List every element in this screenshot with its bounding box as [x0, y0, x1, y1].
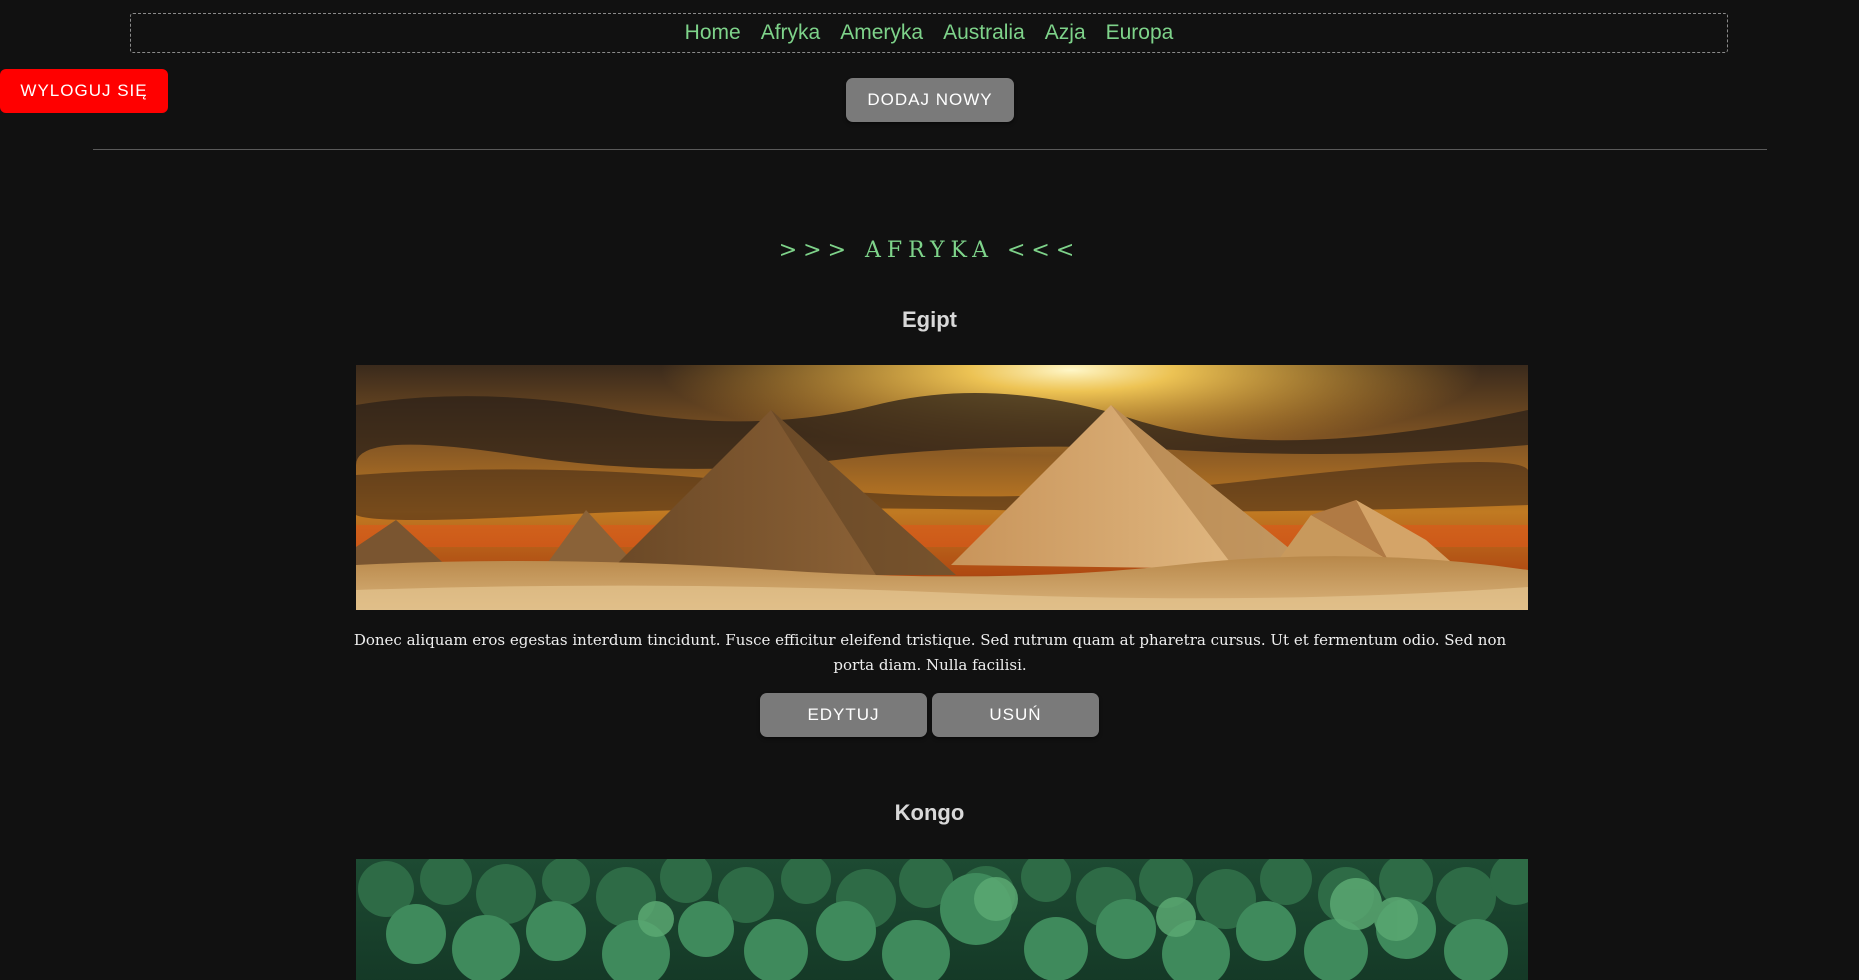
egipt-description: Donec aliquam eros egestas interdum tinc… — [353, 631, 1507, 674]
kongo-image — [356, 859, 1528, 980]
nav-link-australia[interactable]: Australia — [943, 21, 1025, 45]
page: Home Afryka Ameryka Australia Azja Europ… — [0, 0, 1859, 980]
section-title: >>> AFRYKA <<< — [778, 238, 1081, 263]
nav-link-europa[interactable]: Europa — [1106, 21, 1174, 45]
country-title-egipt: Egipt — [902, 307, 957, 332]
logout-button[interactable]: WYLOGUJ SIĘ — [0, 69, 168, 113]
nav-link-azja[interactable]: Azja — [1045, 21, 1086, 45]
main-nav: Home Afryka Ameryka Australia Azja Europ… — [130, 13, 1728, 53]
add-new-button[interactable]: DODAJ NOWY — [846, 78, 1014, 122]
edit-button[interactable]: EDYTUJ — [760, 693, 927, 737]
egipt-image — [356, 365, 1528, 610]
nav-link-home[interactable]: Home — [685, 21, 741, 45]
nav-link-afryka[interactable]: Afryka — [761, 21, 821, 45]
divider — [93, 149, 1767, 150]
country-title-kongo: Kongo — [894, 800, 965, 825]
nav-link-ameryka[interactable]: Ameryka — [840, 21, 923, 45]
delete-button[interactable]: USUŃ — [932, 693, 1099, 737]
